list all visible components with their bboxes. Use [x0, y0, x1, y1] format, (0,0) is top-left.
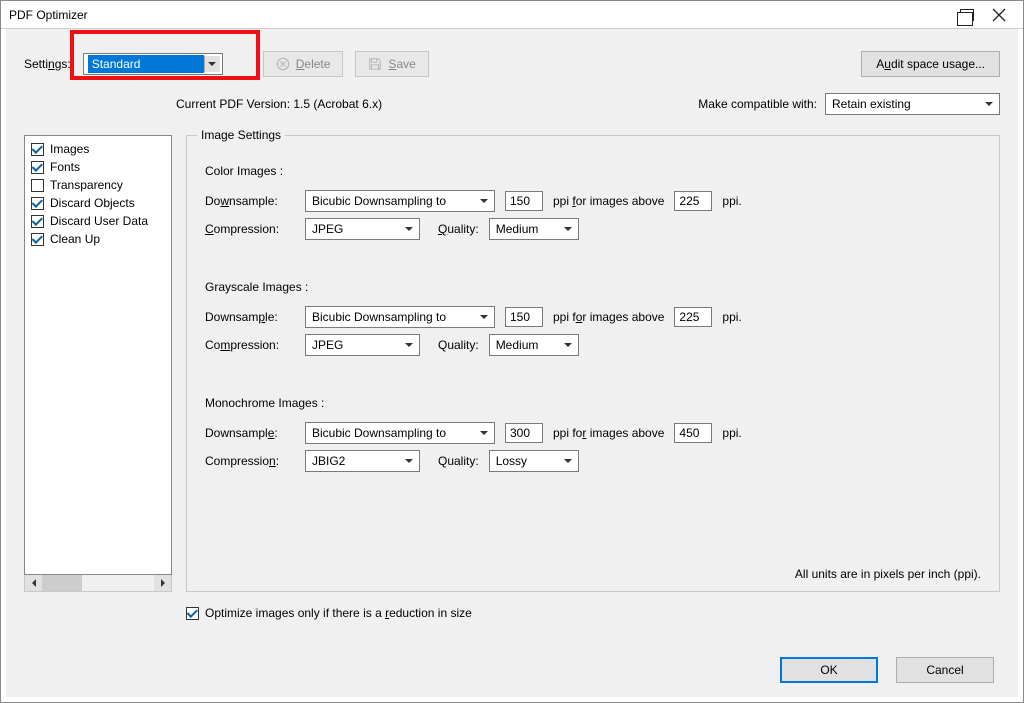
quality-label: Quality: [438, 338, 479, 352]
quality-label: Quality: [438, 222, 479, 236]
scroll-thumb[interactable] [42, 575, 82, 591]
chevron-down-icon [476, 309, 492, 325]
checkbox-icon[interactable] [31, 197, 44, 210]
ppi-for-label: ppi for images above [553, 194, 664, 208]
checkbox-icon[interactable] [186, 607, 199, 620]
gray-ppi-input[interactable]: 150 [505, 307, 543, 327]
settings-dropdown[interactable]: Standard [83, 53, 223, 75]
ppi-suffix: ppi. [722, 194, 741, 208]
mono-images-heading: Monochrome Images : [205, 396, 981, 410]
save-label: Save [388, 57, 415, 71]
compression-label: Compression: [205, 454, 295, 468]
downsample-label: Downsample: [205, 426, 295, 440]
scroll-right-icon[interactable] [154, 575, 171, 591]
mono-downsample-select[interactable]: Bicubic Downsampling to [305, 422, 495, 444]
ppi-for-label: ppi for images above [553, 310, 664, 324]
optimize-row[interactable]: Optimize images only if there is a reduc… [186, 606, 1000, 620]
compat-value: Retain existing [832, 97, 911, 111]
compat-dropdown[interactable]: Retain existing [825, 93, 1000, 115]
sidebar-item-transparency[interactable]: Transparency [31, 176, 165, 194]
category-list: Images Fonts Transparency Discard Object… [24, 135, 172, 575]
color-downsample-select[interactable]: Bicubic Downsampling to [305, 190, 495, 212]
downsample-label: Downsample: [205, 194, 295, 208]
chevron-down-icon [204, 56, 220, 72]
save-button[interactable]: Save [355, 51, 428, 77]
gray-above-input[interactable]: 225 [674, 307, 712, 327]
titlebar: PDF Optimizer [1, 1, 1023, 29]
ok-button[interactable]: OK [780, 657, 878, 683]
quality-label: Quality: [438, 454, 479, 468]
window-title: PDF Optimizer [9, 8, 951, 22]
chevron-down-icon [560, 453, 576, 469]
ppi-for-label: ppi for images above [553, 426, 664, 440]
checkbox-icon[interactable] [31, 179, 44, 192]
gray-downsample-select[interactable]: Bicubic Downsampling to [305, 306, 495, 328]
sidebar-item-discard-objects[interactable]: Discard Objects [31, 194, 165, 212]
work-area: Images Fonts Transparency Discard Object… [24, 135, 1000, 592]
sidebar-item-images[interactable]: Images [31, 140, 165, 158]
chevron-down-icon [476, 193, 492, 209]
dialog-content: Settings: Standard Delete Save Audit spa… [6, 29, 1018, 697]
chevron-down-icon [981, 96, 997, 112]
ppi-suffix: ppi. [722, 310, 741, 324]
settings-value: Standard [88, 55, 204, 73]
close-icon[interactable] [983, 1, 1015, 28]
chevron-down-icon [401, 337, 417, 353]
chevron-down-icon [560, 337, 576, 353]
color-images-heading: Color Images : [205, 164, 981, 178]
gray-compression-select[interactable]: JPEG [305, 334, 420, 356]
compression-label: Compression: [205, 338, 295, 352]
checkbox-icon[interactable] [31, 233, 44, 246]
chevron-down-icon [401, 221, 417, 237]
chevron-down-icon [401, 453, 417, 469]
chevron-down-icon [560, 221, 576, 237]
units-footnote: All units are in pixels per inch (ppi). [795, 567, 981, 581]
checkbox-icon[interactable] [31, 143, 44, 156]
current-pdf-version: Current PDF Version: 1.5 (Acrobat 6.x) [176, 97, 382, 111]
panel-title: Image Settings [197, 128, 285, 142]
sidebar-item-discard-user-data[interactable]: Discard User Data [31, 212, 165, 230]
compat-label: Make compatible with: [698, 97, 817, 111]
compression-label: Compression: [205, 222, 295, 236]
checkbox-icon[interactable] [31, 215, 44, 228]
restore-icon[interactable] [951, 1, 983, 28]
chevron-down-icon [476, 425, 492, 441]
checkbox-icon[interactable] [31, 161, 44, 174]
mono-above-input[interactable]: 450 [674, 423, 712, 443]
gray-quality-select[interactable]: Medium [489, 334, 579, 356]
color-quality-select[interactable]: Medium [489, 218, 579, 240]
category-sidebar: Images Fonts Transparency Discard Object… [24, 135, 172, 592]
image-settings-panel: Image Settings Color Images : Downsample… [186, 135, 1000, 592]
sidebar-hscroll[interactable] [24, 575, 172, 592]
mono-compression-select[interactable]: JBIG2 [305, 450, 420, 472]
delete-button[interactable]: Delete [263, 51, 344, 77]
grayscale-images-heading: Grayscale Images : [205, 280, 981, 294]
downsample-label: Downsample: [205, 310, 295, 324]
version-row: Current PDF Version: 1.5 (Acrobat 6.x) M… [24, 93, 1000, 115]
top-toolbar: Settings: Standard Delete Save Audit spa… [24, 51, 1000, 77]
mono-quality-select[interactable]: Lossy [489, 450, 579, 472]
dialog-footer: OK Cancel [780, 657, 994, 683]
cancel-button[interactable]: Cancel [896, 657, 994, 683]
color-compression-select[interactable]: JPEG [305, 218, 420, 240]
optimize-label: Optimize images only if there is a reduc… [205, 606, 472, 620]
delete-label: Delete [296, 57, 331, 71]
ppi-suffix: ppi. [722, 426, 741, 440]
sidebar-item-clean-up[interactable]: Clean Up [31, 230, 165, 248]
settings-label: Settings: [24, 57, 71, 71]
color-above-input[interactable]: 225 [674, 191, 712, 211]
scroll-left-icon[interactable] [25, 575, 42, 591]
sidebar-item-fonts[interactable]: Fonts [31, 158, 165, 176]
color-ppi-input[interactable]: 150 [505, 191, 543, 211]
mono-ppi-input[interactable]: 300 [505, 423, 543, 443]
audit-space-button[interactable]: Audit space usage... [861, 51, 1000, 77]
